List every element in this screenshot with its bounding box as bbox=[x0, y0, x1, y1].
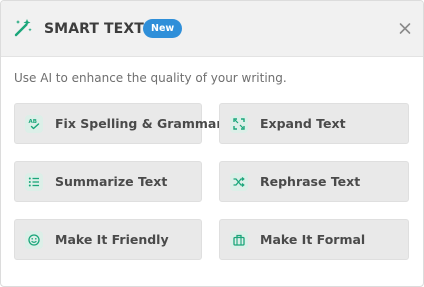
shuffle-icon bbox=[230, 173, 248, 191]
panel-description: Use AI to enhance the quality of your wr… bbox=[14, 71, 287, 85]
smiley-icon bbox=[25, 231, 43, 249]
fix-spelling-grammar-label: Fix Spelling & Grammar bbox=[55, 116, 223, 131]
fix-spelling-grammar-button[interactable]: AB Fix Spelling & Grammar bbox=[14, 103, 222, 144]
make-it-friendly-label: Make It Friendly bbox=[55, 232, 169, 247]
make-it-formal-button[interactable]: Make It Formal bbox=[219, 219, 409, 260]
make-it-formal-label: Make It Formal bbox=[260, 232, 366, 247]
briefcase-icon bbox=[230, 231, 248, 249]
spell-check-icon: AB bbox=[25, 115, 43, 133]
smart-text-panel: SMART TEXT New Use AI to enhance the qua… bbox=[0, 0, 424, 287]
panel-title: SMART TEXT bbox=[44, 21, 144, 37]
svg-text:AB: AB bbox=[29, 119, 37, 125]
expand-text-button[interactable]: Expand Text bbox=[219, 103, 409, 144]
summarize-text-label: Summarize Text bbox=[55, 174, 168, 189]
expand-icon bbox=[230, 115, 248, 133]
list-icon bbox=[25, 173, 43, 191]
panel-header: SMART TEXT New bbox=[1, 1, 423, 57]
summarize-text-button[interactable]: Summarize Text bbox=[14, 161, 202, 202]
expand-text-label: Expand Text bbox=[260, 116, 346, 131]
magic-wand-icon bbox=[13, 18, 33, 38]
make-it-friendly-button[interactable]: Make It Friendly bbox=[14, 219, 202, 260]
rephrase-text-button[interactable]: Rephrase Text bbox=[219, 161, 409, 202]
close-icon[interactable] bbox=[395, 18, 415, 38]
new-badge: New bbox=[143, 19, 183, 38]
rephrase-text-label: Rephrase Text bbox=[260, 174, 361, 189]
